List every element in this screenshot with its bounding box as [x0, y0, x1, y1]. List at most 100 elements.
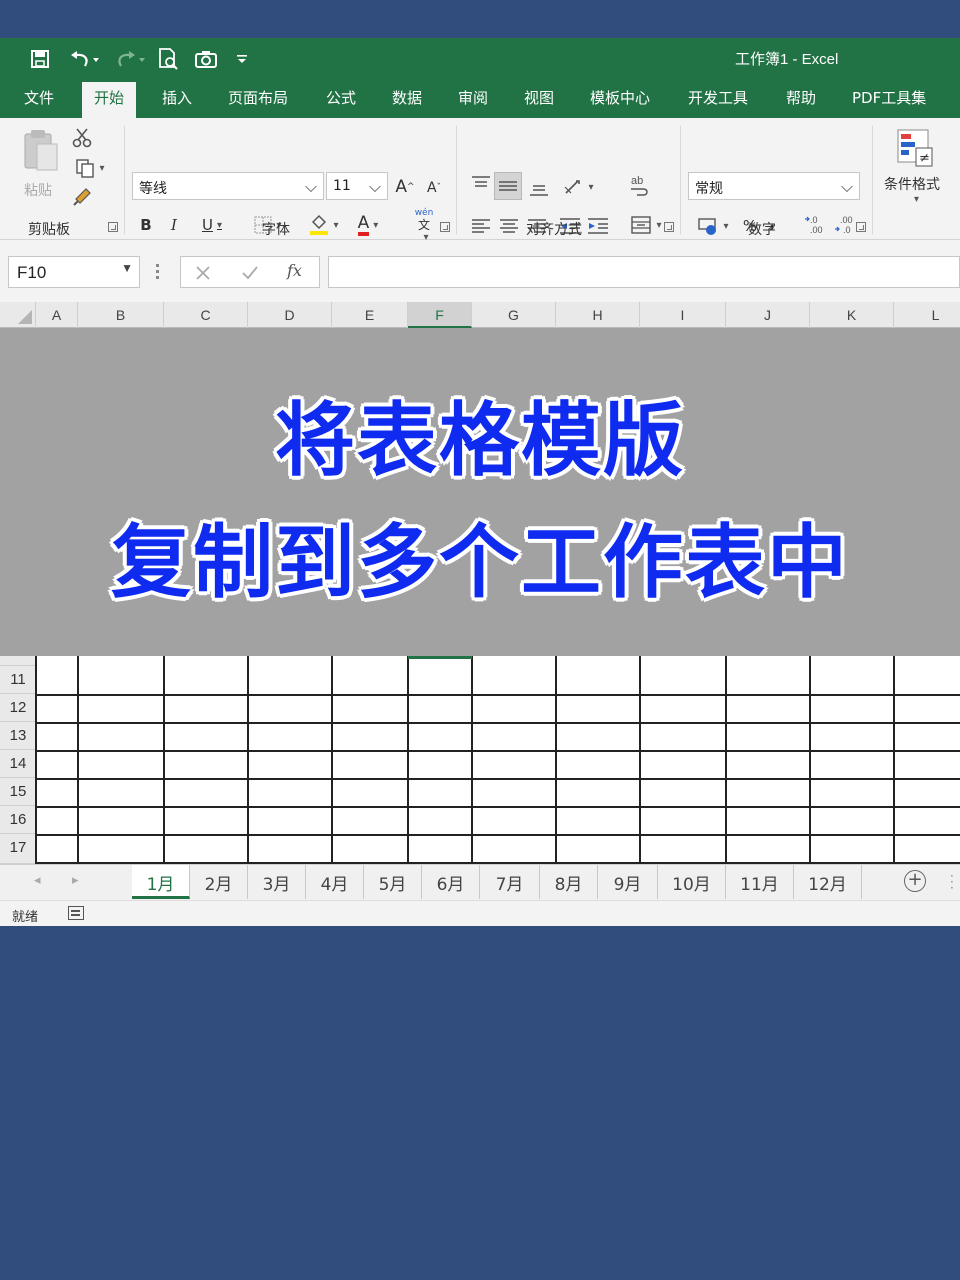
underline-button[interactable]: U — [192, 214, 232, 236]
middle-align-button[interactable] — [494, 172, 522, 200]
number-launcher-icon[interactable] — [856, 222, 866, 232]
increase-decimal-icon[interactable]: .0.00 — [804, 214, 830, 236]
tab-file[interactable]: 文件 — [24, 87, 54, 109]
sheet-tab[interactable]: 11月 — [726, 865, 794, 899]
name-box[interactable]: F10 ▼ — [8, 256, 140, 288]
bold-button[interactable]: B — [136, 214, 156, 236]
column-header[interactable]: I — [640, 302, 726, 328]
orientation-button[interactable] — [558, 174, 598, 200]
active-cell-indicator — [408, 656, 472, 659]
chevron-down-icon: ▼ — [121, 261, 133, 275]
clipboard-launcher-icon[interactable] — [108, 222, 118, 232]
font-launcher-icon[interactable] — [440, 222, 450, 232]
column-header[interactable]: H — [556, 302, 640, 328]
merge-center-button[interactable] — [624, 212, 668, 238]
sheet-tab[interactable]: 5月 — [364, 865, 422, 899]
paste-button[interactable]: 粘贴 — [18, 128, 64, 204]
font-name-select[interactable]: 等线 ⌵ — [132, 172, 324, 200]
increase-indent-icon[interactable] — [586, 216, 610, 236]
sheet-tab[interactable]: 2月 — [190, 865, 248, 899]
more-options-icon[interactable]: · · · — [950, 870, 954, 894]
undo-icon[interactable] — [64, 47, 104, 71]
column-header[interactable]: B — [78, 302, 164, 328]
row-header[interactable]: 15 — [0, 778, 36, 806]
tab-page-layout[interactable]: 页面布局 — [228, 87, 288, 109]
column-header[interactable]: K — [810, 302, 894, 328]
insert-function-icon[interactable]: fx — [287, 261, 302, 280]
number-format-select[interactable]: 常规 ⌵ — [688, 172, 860, 200]
scroll-tabs-left-icon[interactable]: ◂ — [34, 873, 41, 888]
customize-qat-icon[interactable] — [234, 47, 250, 71]
column-header-selected[interactable]: F — [408, 302, 472, 328]
formula-bar-resize-handle[interactable] — [156, 260, 160, 284]
font-color-button[interactable]: A — [348, 212, 388, 238]
sheet-tab[interactable]: 6月 — [422, 865, 480, 899]
cancel-icon[interactable] — [195, 265, 211, 281]
column-header[interactable]: D — [248, 302, 332, 328]
copy-icon[interactable] — [70, 156, 110, 180]
sheet-tab[interactable]: 12月 — [794, 865, 862, 899]
shrink-font-button[interactable]: Aˇ — [424, 178, 444, 198]
grow-font-button[interactable]: A ^ — [394, 176, 416, 198]
fill-color-button[interactable] — [304, 212, 344, 238]
row-header[interactable]: 13 — [0, 722, 36, 750]
tab-template-center[interactable]: 模板中心 — [590, 87, 650, 109]
tab-home[interactable]: 开始 — [82, 82, 137, 118]
cell-border — [36, 806, 960, 808]
font-size-select[interactable]: 11 ⌵ — [326, 172, 388, 200]
conditional-format-button[interactable]: ≠ 条件格式 ▾ — [880, 124, 960, 214]
sheet-tab[interactable]: 4月 — [306, 865, 364, 899]
wrap-text-icon[interactable]: ab — [628, 174, 650, 198]
accessibility-icon[interactable] — [68, 906, 84, 920]
accounting-format-button[interactable] — [692, 214, 734, 238]
font-name-value: 等线 — [139, 181, 167, 197]
row-header[interactable]: 12 — [0, 694, 36, 722]
sheet-tab-active[interactable]: 1月 — [132, 865, 190, 899]
align-left-icon[interactable] — [470, 216, 492, 236]
tab-data[interactable]: 数据 — [392, 87, 422, 109]
tab-insert[interactable]: 插入 — [162, 87, 192, 109]
sheet-tab[interactable]: 3月 — [248, 865, 306, 899]
formula-input[interactable] — [328, 256, 960, 288]
align-center-icon[interactable] — [498, 216, 520, 236]
svg-text:.00: .00 — [810, 225, 823, 235]
column-header[interactable]: E — [332, 302, 408, 328]
sheet-tab[interactable]: 10月 — [658, 865, 726, 899]
cut-icon[interactable] — [70, 126, 94, 150]
row-header[interactable]: 11 — [0, 666, 36, 694]
select-all-corner[interactable] — [0, 302, 36, 328]
tab-view[interactable]: 视图 — [524, 87, 554, 109]
row-header[interactable]: 14 — [0, 750, 36, 778]
phonetic-guide-button[interactable]: wén 文 — [404, 208, 444, 240]
camera-icon[interactable] — [194, 47, 218, 71]
column-header[interactable]: L — [894, 302, 960, 328]
column-header[interactable]: A — [36, 302, 78, 328]
column-header[interactable]: C — [164, 302, 248, 328]
alignment-launcher-icon[interactable] — [664, 222, 674, 232]
tab-review[interactable]: 审阅 — [458, 87, 488, 109]
row-header[interactable]: 17 — [0, 834, 36, 864]
print-preview-icon[interactable] — [156, 47, 180, 71]
conditional-format-icon: ≠ — [897, 129, 933, 167]
sheet-tab[interactable]: 8月 — [540, 865, 598, 899]
tab-help[interactable]: 帮助 — [786, 87, 816, 109]
tab-developer[interactable]: 开发工具 — [688, 87, 748, 109]
bottom-align-icon[interactable] — [528, 178, 550, 198]
redo-icon — [112, 47, 148, 71]
column-header[interactable]: G — [472, 302, 556, 328]
scroll-tabs-right-icon[interactable]: ▸ — [72, 873, 79, 888]
row-header[interactable]: 16 — [0, 806, 36, 834]
sheet-tab[interactable]: 7月 — [480, 865, 540, 899]
italic-button[interactable]: I — [164, 214, 184, 236]
save-icon[interactable] — [28, 47, 52, 71]
top-align-icon[interactable] — [470, 174, 492, 194]
tab-formulas[interactable]: 公式 — [326, 87, 356, 109]
column-header[interactable]: J — [726, 302, 810, 328]
add-sheet-icon[interactable]: + — [904, 870, 926, 892]
tab-pdf-tools[interactable]: PDF工具集 — [852, 87, 926, 109]
enter-check-icon[interactable] — [241, 265, 259, 281]
select-all-icon — [18, 310, 32, 324]
worksheet-grid[interactable]: 11 12 13 14 15 16 17 — [0, 656, 960, 864]
sheet-tab[interactable]: 9月 — [598, 865, 658, 899]
format-painter-icon[interactable] — [70, 186, 94, 208]
